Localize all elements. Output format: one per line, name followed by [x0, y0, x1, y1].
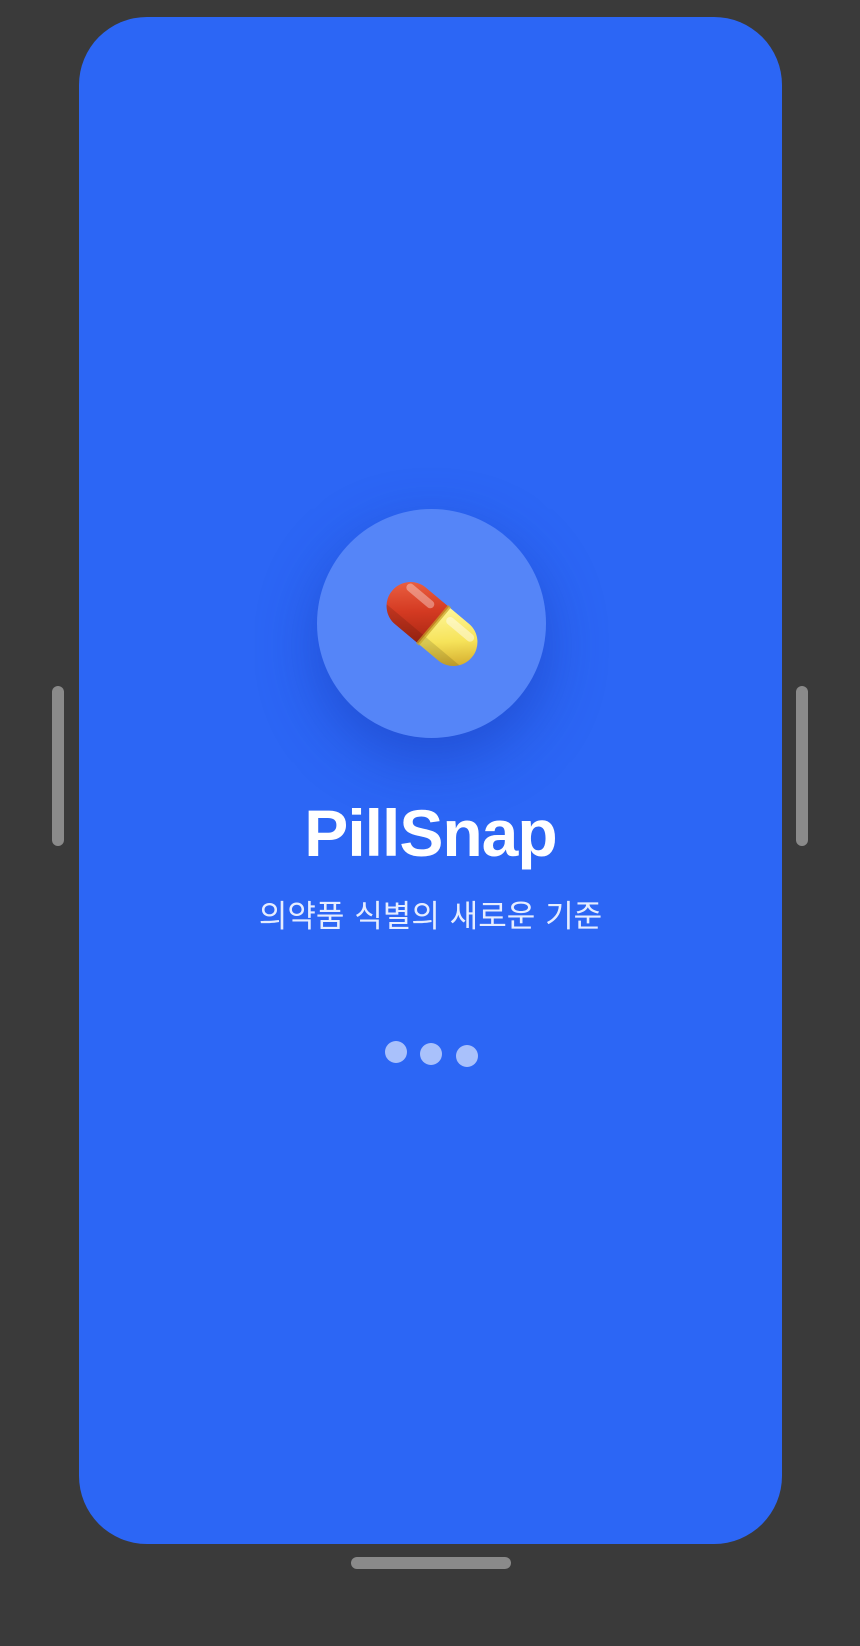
app-name-title: PillSnap: [304, 796, 557, 870]
side-button-right: [796, 686, 808, 846]
loading-indicator: [79, 1041, 782, 1071]
pill-capsule-icon: [376, 571, 487, 676]
app-tagline: 의약품 식별의 새로운 기준: [258, 899, 603, 935]
loading-dot: [385, 1041, 407, 1063]
side-button-left: [52, 686, 64, 846]
loading-dot: [420, 1043, 442, 1065]
device-frame: PillSnap 의약품 식별의 새로운 기준: [0, 0, 860, 1646]
loading-dot: [456, 1045, 478, 1067]
app-logo: [317, 509, 546, 738]
splash-screen: PillSnap 의약품 식별의 새로운 기준: [79, 17, 782, 1544]
home-indicator[interactable]: [351, 1557, 511, 1569]
